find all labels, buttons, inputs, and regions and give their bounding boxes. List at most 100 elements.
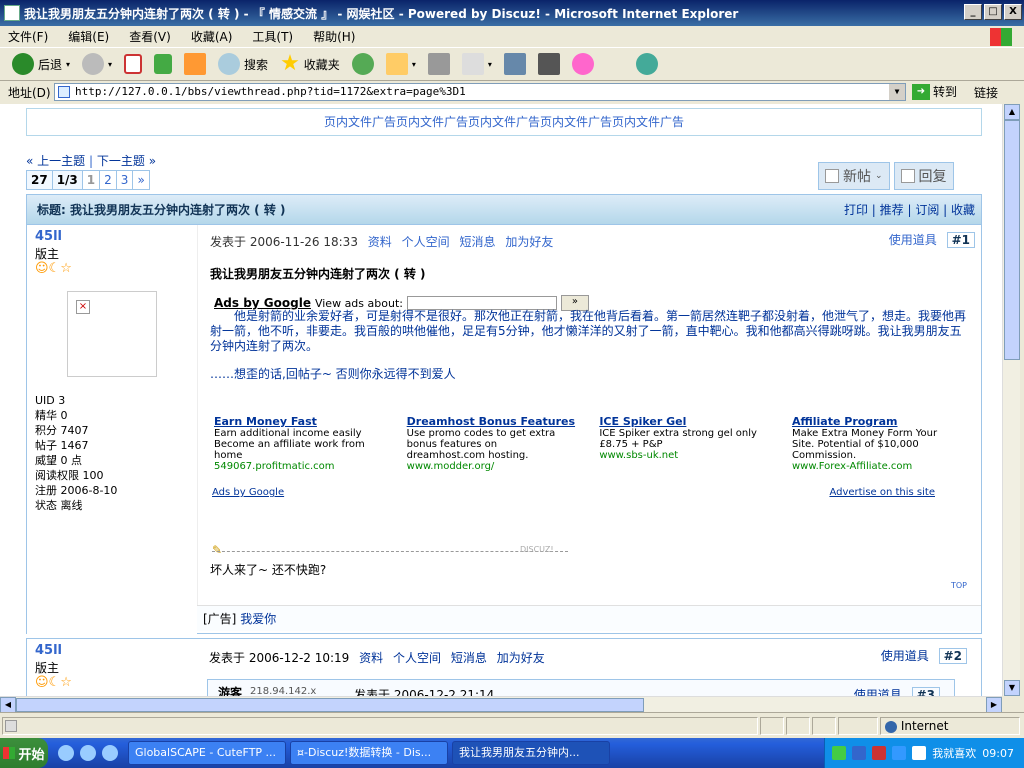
nested-post-3: 游客 218.94.142.x 发表于 2006-12-2 21:14 使用道具… xyxy=(207,679,955,696)
profile-link[interactable]: 资料 xyxy=(368,235,392,249)
start-button[interactable]: 开始 xyxy=(0,738,48,768)
favorites-button[interactable]: ★ 收藏夹 xyxy=(276,51,344,77)
menu-help[interactable]: 帮助(H) xyxy=(313,28,355,45)
reply-label: 回复 xyxy=(918,169,947,185)
go-button[interactable]: ➜ 转到 xyxy=(912,83,957,100)
author-status: 状态 离线 xyxy=(35,499,83,512)
flower-button[interactable] xyxy=(568,51,598,77)
minimize-button[interactable]: _ xyxy=(964,4,982,20)
ad-url[interactable]: www.modder.org/ xyxy=(407,461,577,472)
ad-url[interactable]: 549067.profitmatic.com xyxy=(214,461,384,472)
discuss-button[interactable] xyxy=(500,51,530,77)
add-friend-link[interactable]: 加为好友 xyxy=(497,651,545,665)
author-name[interactable]: 45ll xyxy=(35,643,62,658)
space-link[interactable]: 个人空间 xyxy=(393,651,441,665)
messenger-button[interactable] xyxy=(632,51,662,77)
tray-icon[interactable] xyxy=(892,746,907,760)
k-button[interactable] xyxy=(534,51,564,77)
use-tools-link[interactable]: 使用道具 xyxy=(881,649,929,663)
ad-link[interactable]: 我爱你 xyxy=(240,612,276,626)
ie-launch-icon[interactable] xyxy=(80,745,96,761)
scroll-left-icon[interactable]: ◀ xyxy=(0,697,16,713)
ad-url[interactable]: www.Forex-Affiliate.com xyxy=(792,461,962,472)
add-friend-link[interactable]: 加为好友 xyxy=(505,235,553,249)
pager-page-3[interactable]: 3 xyxy=(115,170,134,190)
menu-tools[interactable]: 工具(T) xyxy=(252,28,293,45)
advertise-link[interactable]: Advertise on this site xyxy=(829,487,935,498)
search-button[interactable]: 搜索 xyxy=(214,51,272,77)
back-button[interactable]: 后退 ▾ xyxy=(8,51,74,77)
mail-button[interactable]: ▾ xyxy=(382,51,420,77)
forward-button[interactable]: ▾ xyxy=(78,51,116,77)
post-body: 他是射箭的业余爱好者，可是射得不是很好。那次他正在射箭，我在他背后看着。第一箭居… xyxy=(210,309,970,354)
top-ad-banner[interactable]: 页内文件广告页内文件广告页内文件广告页内文件广告页内文件广告 xyxy=(26,108,982,136)
links-button[interactable]: 链接 xyxy=(974,84,998,101)
menu-edit[interactable]: 编辑(E) xyxy=(68,28,109,45)
pm-link[interactable]: 短消息 xyxy=(451,651,487,665)
top-button[interactable]: TOP xyxy=(951,581,967,590)
ad-unit[interactable]: ICE Spiker Gel ICE Spiker extra strong g… xyxy=(599,415,769,472)
ads-by-google-link[interactable]: Ads by Google xyxy=(212,487,284,498)
horizontal-scrollbar[interactable]: ◀ ▶ xyxy=(0,696,1002,713)
task-cuteftp[interactable]: GlobalSCAPE - CuteFTP ... xyxy=(128,741,286,765)
menu-file[interactable]: 文件(F) xyxy=(8,28,48,45)
ad-title[interactable]: Earn Money Fast xyxy=(214,415,384,428)
task-discuz-convert[interactable]: ¤-Discuz!数据转换 - Dis... xyxy=(290,741,448,765)
ads-search-input[interactable] xyxy=(406,296,557,310)
close-button[interactable]: X xyxy=(1004,4,1022,20)
task-current-page[interactable]: 我让我男朋友五分钟内... xyxy=(452,741,610,765)
reply-button[interactable]: 回复 xyxy=(893,162,954,190)
pm-link[interactable]: 短消息 xyxy=(459,235,495,249)
favorites-label: 收藏夹 xyxy=(303,57,340,72)
ad-url[interactable]: www.sbs-uk.net xyxy=(599,450,769,461)
use-tools-link[interactable]: 使用道具 xyxy=(889,233,937,247)
scroll-down-icon[interactable]: ▼ xyxy=(1004,680,1020,696)
author-name[interactable]: 45ll xyxy=(35,229,62,244)
ads-by-google-label[interactable]: Ads by Google xyxy=(214,296,311,310)
address-input[interactable]: http://127.0.0.1/bbs/viewthread.php?tid=… xyxy=(54,83,906,101)
tray-icon[interactable] xyxy=(852,746,867,760)
tray-icon[interactable] xyxy=(912,746,927,760)
desktop-icon[interactable] xyxy=(102,745,118,761)
floor-number[interactable]: #1 xyxy=(946,232,975,248)
history-button[interactable] xyxy=(348,51,378,77)
new-thread-button[interactable]: 新帖 ⌄ xyxy=(818,162,890,190)
use-tools-link[interactable]: 使用道具 xyxy=(854,688,902,696)
vertical-scroll-thumb[interactable] xyxy=(1004,120,1020,360)
space-link[interactable]: 个人空间 xyxy=(402,235,450,249)
scroll-up-icon[interactable]: ▲ xyxy=(1004,104,1020,120)
vertical-scrollbar[interactable]: ▲ ▼ xyxy=(1002,104,1020,696)
next-thread-link[interactable]: 下一主题 » xyxy=(97,154,156,168)
ad-title[interactable]: Affiliate Program xyxy=(792,415,962,428)
horizontal-scroll-thumb[interactable] xyxy=(16,698,644,712)
window-title: 我让我男朋友五分钟内连射了两次 ( 转 ) - 『 情感交流 』 - 网娱社区 … xyxy=(24,6,739,21)
tray-icon[interactable] xyxy=(872,746,887,760)
media-player-icon[interactable] xyxy=(58,745,74,761)
ad-unit[interactable]: Affiliate Program Make Extra Money Form … xyxy=(792,415,962,472)
profile-link[interactable]: 资料 xyxy=(359,651,383,665)
new-thread-dropdown-icon[interactable]: ⌄ xyxy=(875,171,883,181)
floor-number[interactable]: #3 xyxy=(911,687,940,696)
edit-button[interactable]: ▾ xyxy=(458,51,496,77)
tray-icon[interactable] xyxy=(832,746,847,760)
menu-view[interactable]: 查看(V) xyxy=(129,28,171,45)
home-button[interactable] xyxy=(180,51,210,77)
scroll-right-icon[interactable]: ▶ xyxy=(986,697,1002,713)
ad-unit[interactable]: Earn Money Fast Earn additional income e… xyxy=(214,415,384,472)
floor-number[interactable]: #2 xyxy=(938,648,967,664)
stop-button[interactable] xyxy=(120,52,146,76)
refresh-button[interactable] xyxy=(150,52,176,76)
maximize-button[interactable]: □ xyxy=(984,4,1002,20)
thread-actions[interactable]: 打印 | 推荐 | 订阅 | 收藏 xyxy=(844,195,975,225)
address-dropdown-icon[interactable]: ▼ xyxy=(889,84,905,100)
ad-unit[interactable]: Dreamhost Bonus Features Use promo codes… xyxy=(407,415,577,472)
pager-next[interactable]: » xyxy=(132,170,150,190)
print-button[interactable] xyxy=(424,51,454,77)
signature: 坏人来了~ 还不快跑? xyxy=(210,563,327,577)
ad-title[interactable]: Dreamhost Bonus Features xyxy=(407,415,577,428)
prev-thread-link[interactable]: « 上一主题 xyxy=(26,154,85,168)
go-arrow-icon: ➜ xyxy=(912,83,930,100)
ad-title[interactable]: ICE Spiker Gel xyxy=(599,415,769,428)
menu-favorites[interactable]: 收藏(A) xyxy=(191,28,233,45)
pager-page-2[interactable]: 2 xyxy=(99,170,117,190)
